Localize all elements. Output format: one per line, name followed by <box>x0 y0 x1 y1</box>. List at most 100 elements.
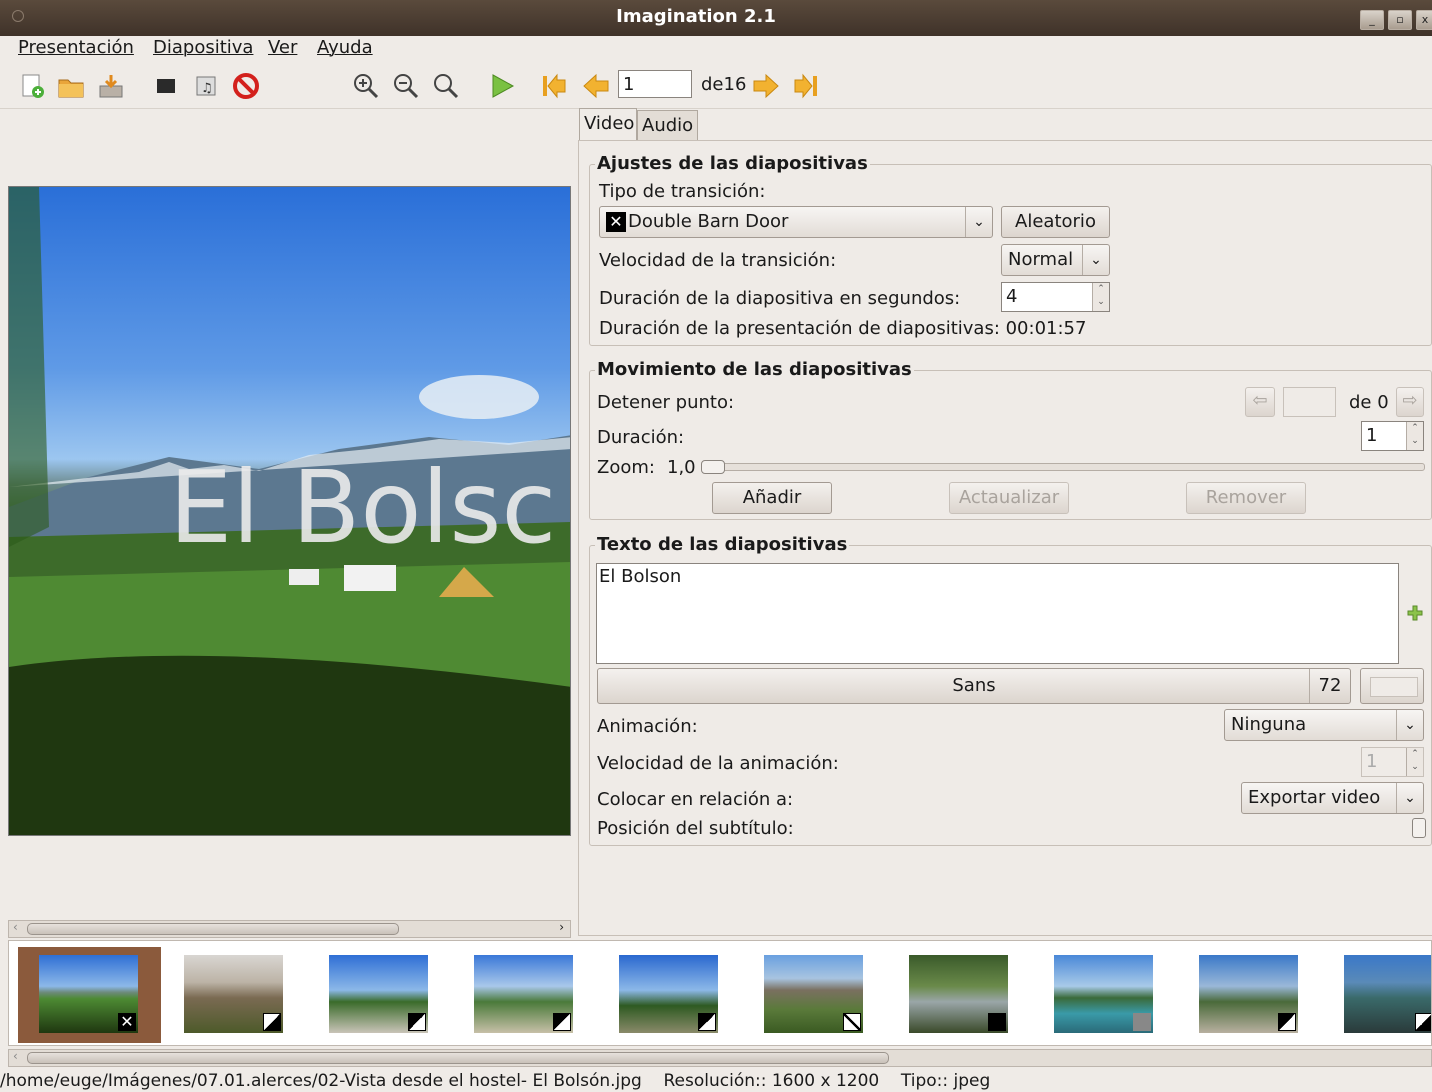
scrollbar-thumb[interactable] <box>27 1052 889 1064</box>
slide-duration-value: 4 <box>1006 286 1018 307</box>
motion-duration-value: 1 <box>1366 425 1378 446</box>
zoom-out-icon[interactable] <box>392 72 420 100</box>
close-button[interactable]: x <box>1416 10 1432 30</box>
zoom-in-icon[interactable] <box>352 72 380 100</box>
add-stop-point-button[interactable]: Añadir <box>712 482 832 514</box>
transition-icon <box>263 1013 281 1031</box>
motion-duration-spinner[interactable]: 1 ⌃ ⌄ <box>1361 421 1424 451</box>
animation-speed-spinner[interactable]: 1 ⌃ ⌄ <box>1361 747 1424 777</box>
transition-type-select[interactable]: ✕ Double Barn Door ⌄ <box>599 206 993 238</box>
font-name: Sans <box>952 675 996 696</box>
scrollbar-thumb[interactable] <box>27 923 399 935</box>
motion-title: Movimiento de las diapositivas <box>595 359 914 380</box>
subtitle-position-button[interactable] <box>1412 818 1426 838</box>
thumbnail-8[interactable] <box>1054 955 1153 1033</box>
stop-point-input[interactable] <box>1283 387 1336 417</box>
title-bar: Imagination 2.1 _ ▫ x <box>0 0 1432 36</box>
slide-duration-label: Duración de la diapositiva en segundos: <box>599 288 961 309</box>
font-button[interactable]: Sans 72 <box>597 668 1351 704</box>
zoom-slider[interactable] <box>702 463 1425 471</box>
menu-presentacion[interactable]: Presentación <box>18 37 134 58</box>
transition-preview-icon: ✕ <box>606 212 626 232</box>
presentation-duration-label: Duración de la presentación de diapositi… <box>599 318 1087 339</box>
minimize-button[interactable]: _ <box>1360 10 1384 30</box>
slide-number-input[interactable]: 1 <box>618 70 692 98</box>
chevron-down-icon: ⌄ <box>1396 710 1423 740</box>
transition-icon <box>1133 1013 1151 1031</box>
spinner-arrows-icon[interactable]: ⌃ ⌄ <box>1406 422 1423 450</box>
preview-horizontal-scrollbar[interactable]: ‹ › <box>8 920 571 938</box>
transition-icon <box>843 1013 861 1031</box>
spinner-arrows-icon[interactable]: ⌃ ⌄ <box>1406 748 1423 776</box>
transition-type-value: Double Barn Door <box>628 211 789 232</box>
chevron-down-icon: ⌄ <box>1082 245 1109 275</box>
thumbnail-10[interactable] <box>1344 955 1431 1033</box>
tab-audio[interactable]: Audio <box>637 110 698 140</box>
random-transition-button[interactable]: Aleatorio <box>1001 206 1110 238</box>
thumbnail-6[interactable] <box>764 955 863 1033</box>
delete-icon[interactable] <box>232 72 260 100</box>
spinner-arrows-icon[interactable]: ⌃ ⌄ <box>1092 283 1109 311</box>
animation-select[interactable]: Ninguna ⌄ <box>1224 709 1424 741</box>
subtitle-position-label: Posición del subtítulo: <box>597 818 794 839</box>
thumbnail-7[interactable] <box>909 955 1008 1033</box>
update-stop-point-button[interactable]: Actaualizar <box>949 482 1069 514</box>
previous-stop-point-button[interactable]: ⇦ <box>1245 387 1275 417</box>
motion-duration-label: Duración: <box>597 427 685 448</box>
slide-overlay-text: El Bolsc <box>169 449 557 566</box>
zoom-value: 1,0 <box>667 457 696 478</box>
menu-ayuda[interactable]: Ayuda <box>317 37 373 58</box>
new-file-icon[interactable] <box>18 72 46 100</box>
slide-preview[interactable]: El Bolsc <box>8 186 571 836</box>
zoom-fit-icon[interactable] <box>432 72 460 100</box>
placement-value: Exportar video <box>1248 787 1381 808</box>
thumbnails-horizontal-scrollbar[interactable]: ‹ <box>8 1049 1432 1067</box>
transition-icon <box>1415 1013 1431 1031</box>
scroll-left-icon[interactable]: ‹ <box>13 920 18 934</box>
transition-speed-value: Normal <box>1008 249 1074 270</box>
slide-total-label: de16 <box>701 74 747 95</box>
menu-ver[interactable]: Ver <box>268 37 297 58</box>
thumbnail-strip[interactable]: ✕ <box>8 940 1432 1046</box>
thumbnail-1[interactable]: ✕ <box>39 955 138 1033</box>
next-slide-icon[interactable] <box>752 72 780 100</box>
placement-select[interactable]: Exportar video ⌄ <box>1241 782 1424 814</box>
thumbnail-2[interactable] <box>184 955 283 1033</box>
chevron-down-icon: ⌄ <box>1396 783 1423 813</box>
slide-duration-spinner[interactable]: 4 ⌃ ⌄ <box>1001 282 1110 312</box>
color-swatch <box>1370 677 1418 697</box>
slide-color-icon[interactable] <box>152 72 180 100</box>
audio-icon[interactable]: ♫ <box>192 72 220 100</box>
placement-label: Colocar en relación a: <box>597 789 794 810</box>
remove-stop-point-button[interactable]: Remover <box>1186 482 1306 514</box>
status-type: Tipo:: jpeg <box>900 1071 991 1091</box>
scroll-left-icon[interactable]: ‹ <box>13 1049 18 1063</box>
thumbnail-3[interactable] <box>329 955 428 1033</box>
previous-slide-icon[interactable] <box>582 72 610 100</box>
maximize-button[interactable]: ▫ <box>1388 10 1412 30</box>
play-icon[interactable] <box>488 72 516 100</box>
zoom-slider-handle[interactable] <box>701 460 725 474</box>
open-folder-icon[interactable] <box>57 72 85 100</box>
transition-speed-select[interactable]: Normal ⌄ <box>1001 244 1110 276</box>
transition-icon <box>1278 1013 1296 1031</box>
slide-text-input[interactable]: El Bolson <box>596 563 1399 664</box>
add-text-icon[interactable] <box>1406 604 1424 622</box>
menu-diapositiva[interactable]: Diapositiva <box>153 37 253 58</box>
thumbnail-9[interactable] <box>1199 955 1298 1033</box>
save-icon[interactable] <box>97 72 125 100</box>
status-resolution: Resolución:: 1600 x 1200 <box>663 1071 880 1091</box>
transition-icon <box>408 1013 426 1031</box>
first-slide-icon[interactable] <box>540 72 568 100</box>
slide-settings-title: Ajustes de las diapositivas <box>595 153 870 174</box>
animation-speed-value: 1 <box>1366 751 1378 772</box>
scroll-right-icon[interactable]: › <box>559 920 564 934</box>
next-stop-point-button[interactable]: ⇨ <box>1396 387 1424 417</box>
text-color-button[interactable] <box>1360 668 1424 704</box>
tab-video[interactable]: Video <box>579 108 637 140</box>
stop-point-label: Detener punto: <box>597 392 735 413</box>
transition-icon <box>988 1013 1006 1031</box>
last-slide-icon[interactable] <box>792 72 820 100</box>
thumbnail-5[interactable] <box>619 955 718 1033</box>
thumbnail-4[interactable] <box>474 955 573 1033</box>
